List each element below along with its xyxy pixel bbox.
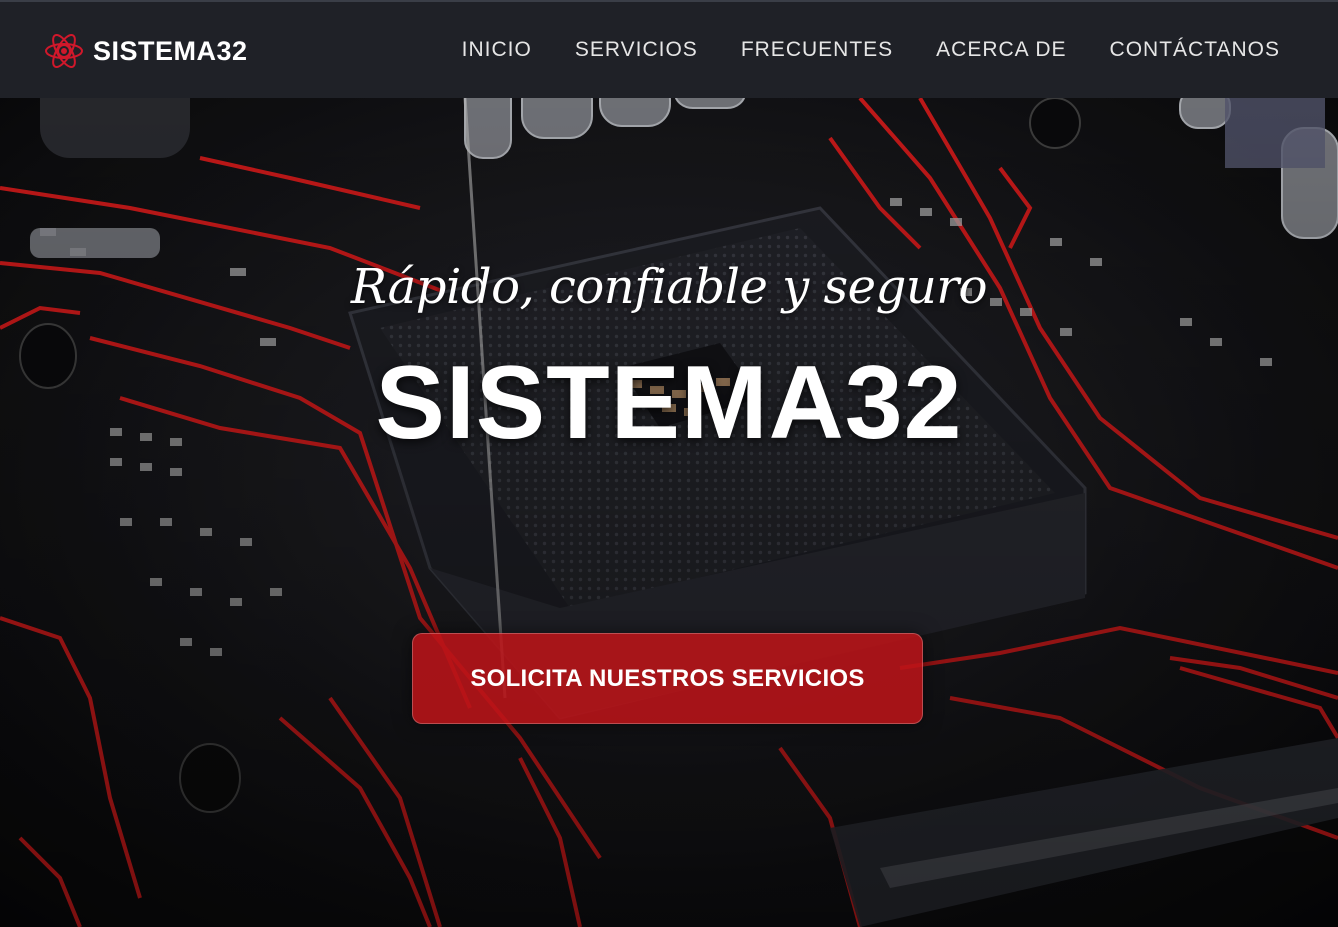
- atom-icon: [45, 34, 83, 68]
- nav-item-frecuentes[interactable]: FRECUENTES: [741, 38, 893, 62]
- brand-logo-link[interactable]: SISTEMA32: [44, 33, 248, 69]
- nav-item-inicio[interactable]: INICIO: [462, 38, 532, 62]
- hero-overlay: [0, 98, 1338, 927]
- nav-item-contactanos[interactable]: CONTÁCTANOS: [1110, 38, 1280, 62]
- main-nav: INICIO SERVICIOS FRECUENTES ACERCA DE CO…: [462, 38, 1280, 62]
- brand-name: SISTEMA32: [93, 35, 248, 66]
- request-services-button[interactable]: SOLICITA NUESTROS SERVICIOS: [412, 633, 923, 724]
- navbar: SISTEMA32 INICIO SERVICIOS FRECUENTES AC…: [0, 0, 1338, 98]
- hero-title: SISTEMA32: [375, 345, 963, 461]
- hero-section: Rápido, confiable y seguro SISTEMA32 SOL…: [0, 98, 1338, 927]
- nav-item-servicios[interactable]: SERVICIOS: [575, 38, 698, 62]
- hero-tagline: Rápido, confiable y seguro: [350, 259, 988, 315]
- nav-item-acerca-de[interactable]: ACERCA DE: [936, 38, 1066, 62]
